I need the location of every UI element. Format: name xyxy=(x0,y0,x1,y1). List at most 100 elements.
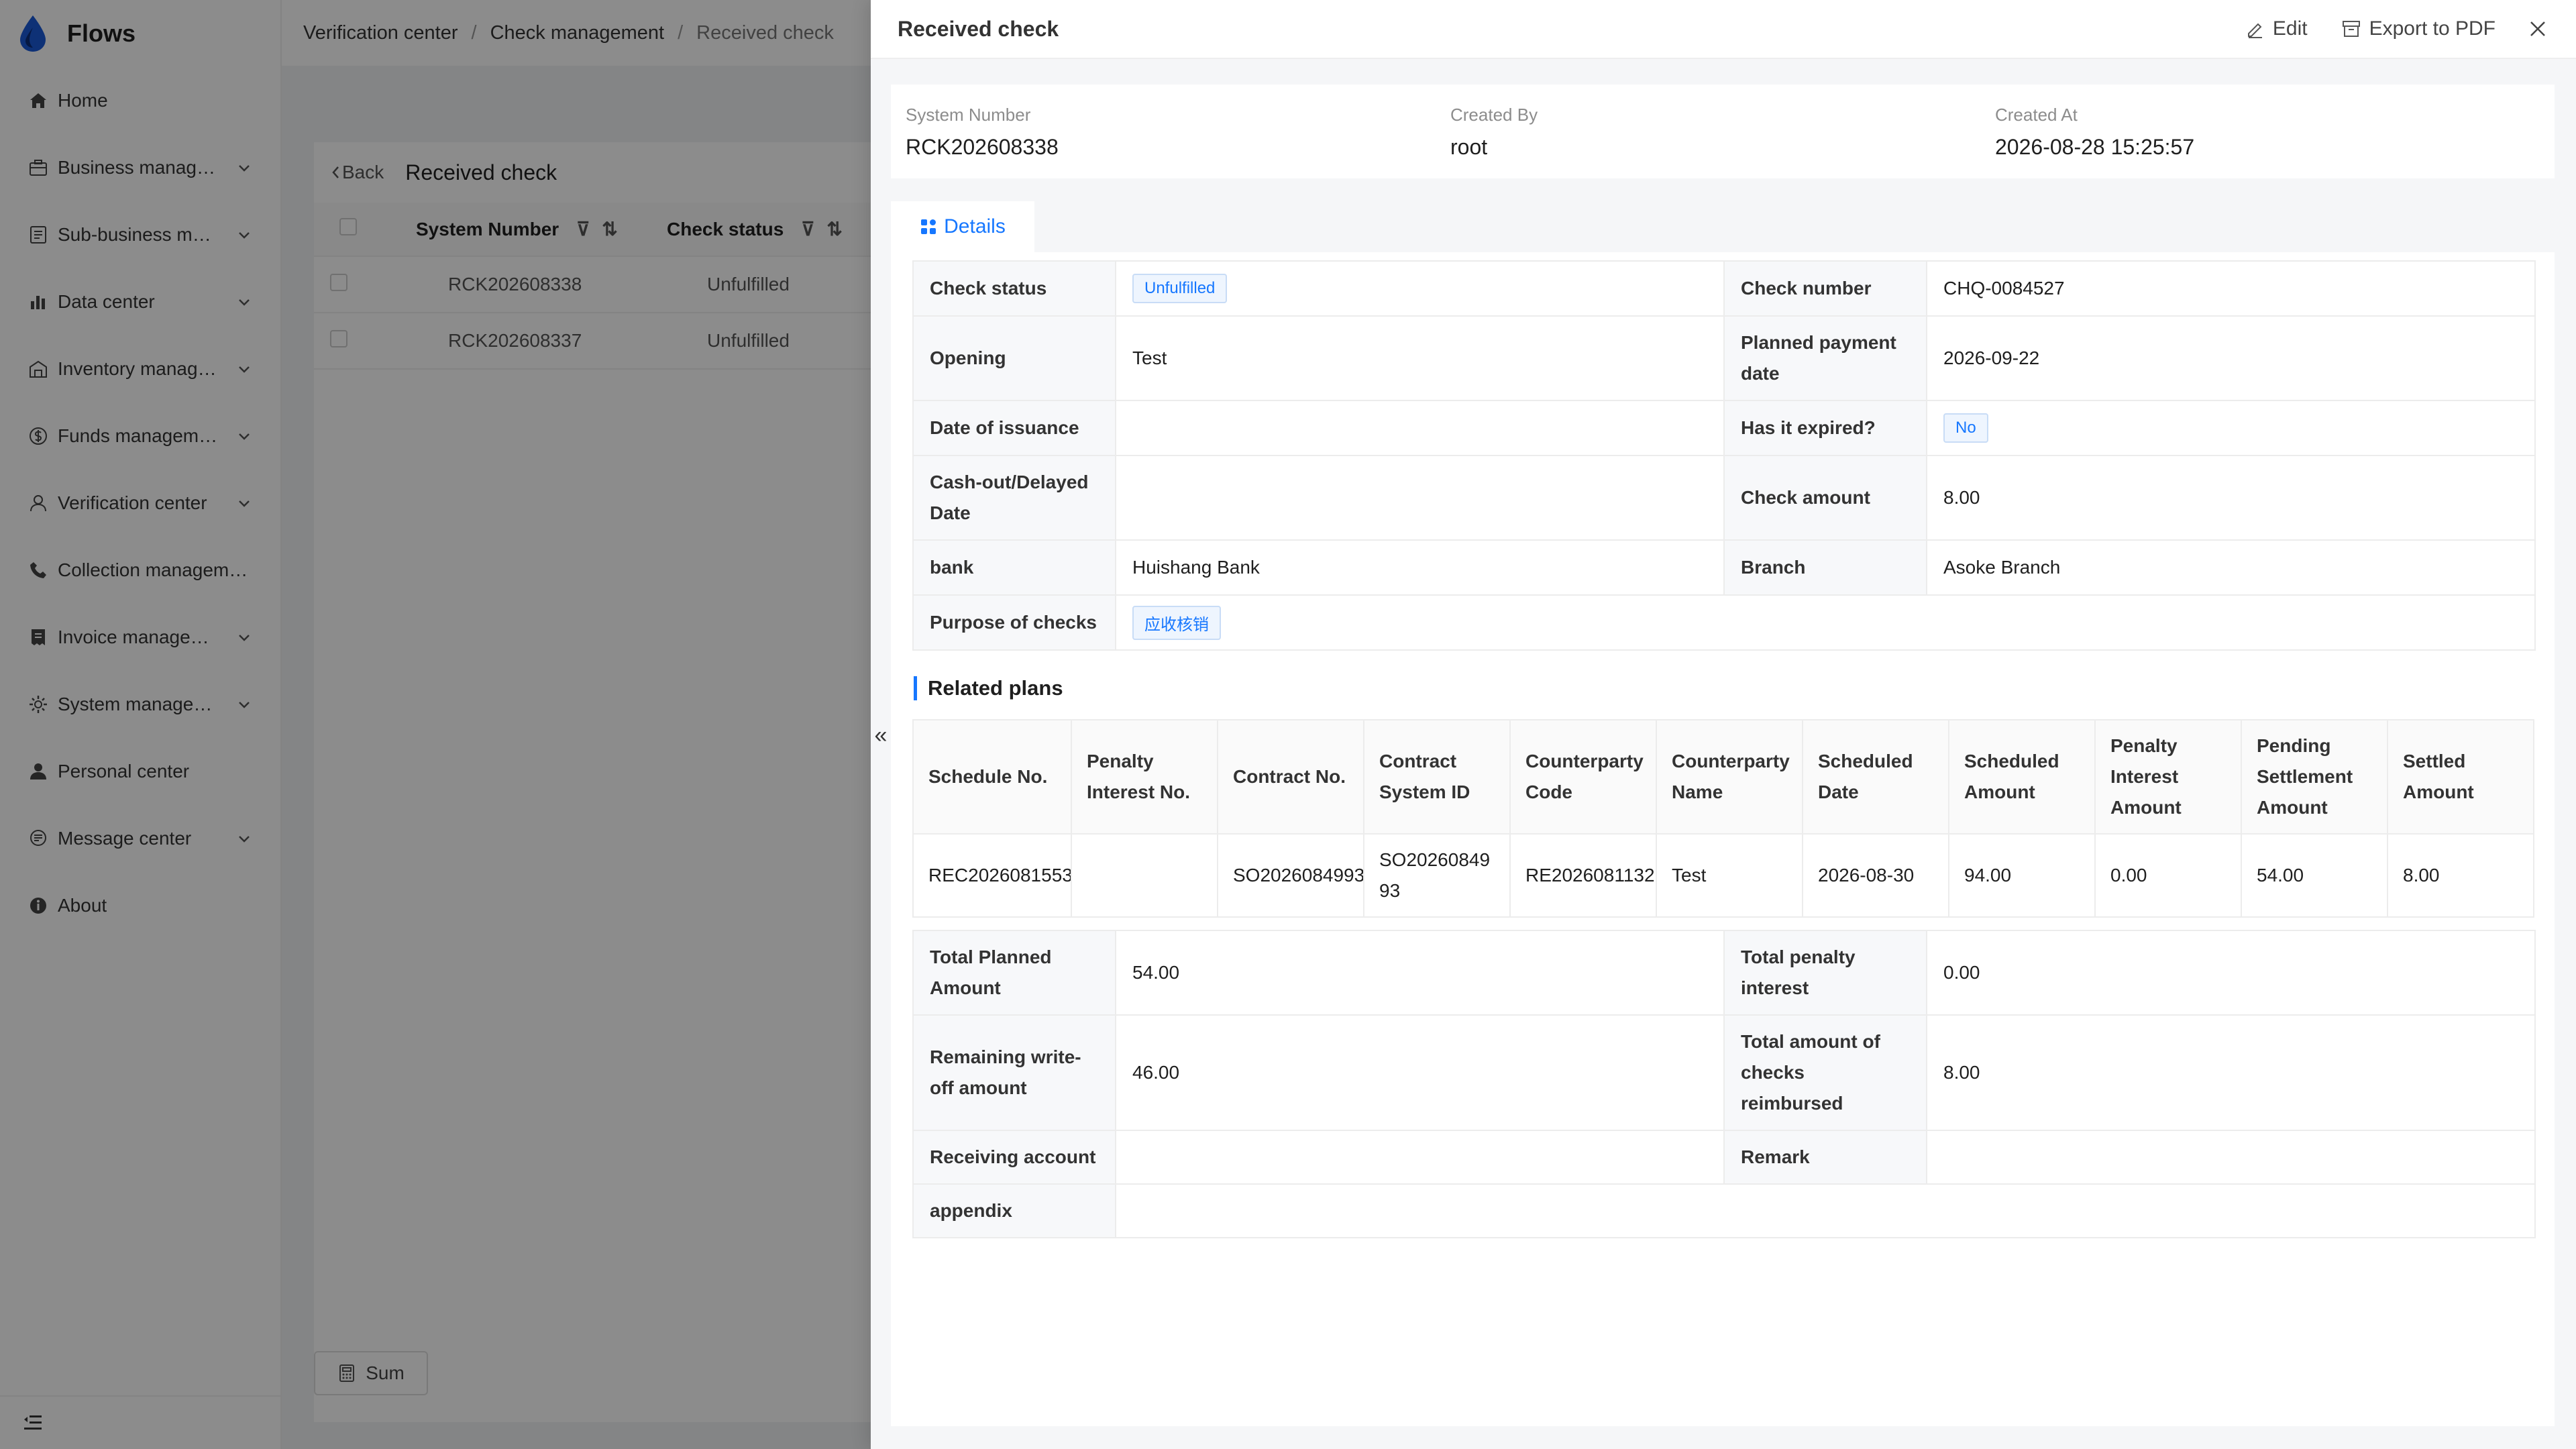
detail-row: Purpose of checks 应收核销 xyxy=(912,594,2536,651)
receiving-account-value xyxy=(1115,1130,1725,1185)
related-plans-table: Schedule No. Penalty Interest No. Contra… xyxy=(912,719,2534,918)
column-header: Penalty Interest Amount xyxy=(2094,719,2242,835)
total-penalty-value: 0.00 xyxy=(1926,930,2536,1016)
total-penalty-label: Total penalty interest xyxy=(1723,930,1927,1016)
check-amount-value: 8.00 xyxy=(1926,455,2536,541)
counterparty-name-cell: Test xyxy=(1656,833,1803,918)
created-at-label: Created At xyxy=(1995,105,2078,125)
column-header: Scheduled Date xyxy=(1802,719,1949,835)
total-checks-label: Total amount of checks reimbursed xyxy=(1723,1014,1927,1131)
cashout-date-value xyxy=(1115,455,1725,541)
check-details-table: Check status Unfulfilled Check number CH… xyxy=(912,260,2536,651)
edit-button[interactable]: Edit xyxy=(2245,17,2308,40)
column-header: Counterparty Code xyxy=(1509,719,1657,835)
created-by-value: root xyxy=(1450,135,1488,159)
remark-label: Remark xyxy=(1723,1130,1927,1185)
summary-system-number: System Number RCK202608338 xyxy=(906,105,1450,178)
pending-settlement-amount-cell: 54.00 xyxy=(2241,833,2388,918)
check-status-cell: Unfulfilled xyxy=(1115,260,1725,317)
column-header: Schedule No. xyxy=(912,719,1072,835)
bank-label: bank xyxy=(912,539,1116,596)
created-by-label: Created By xyxy=(1450,105,1538,125)
column-header: Pending Settlement Amount xyxy=(2241,719,2388,835)
total-planned-value: 54.00 xyxy=(1115,930,1725,1016)
planned-payment-date-value: 2026-09-22 xyxy=(1926,315,2536,401)
archive-icon xyxy=(2342,21,2360,37)
date-of-issuance-label: Date of issuance xyxy=(912,400,1116,456)
appendix-label: appendix xyxy=(912,1183,1116,1238)
opening-value: Test xyxy=(1115,315,1725,401)
plans-header-row: Schedule No. Penalty Interest No. Contra… xyxy=(912,719,2534,835)
table-row: REC2026081553 SO2026084993 SO2026084993 … xyxy=(912,833,2534,918)
totals-row: Total Planned Amount 54.00 Total penalty… xyxy=(912,930,2536,1016)
close-icon[interactable] xyxy=(2526,17,2549,40)
tab-details[interactable]: Details xyxy=(891,201,1034,252)
remaining-value: 46.00 xyxy=(1115,1014,1725,1131)
cashout-date-label: Cash-out/Delayed Date xyxy=(912,455,1116,541)
column-header: Counterparty Name xyxy=(1656,719,1803,835)
edit-label: Edit xyxy=(2272,17,2308,40)
remaining-label: Remaining write-off amount xyxy=(912,1014,1116,1131)
totals-row: Receiving account Remark xyxy=(912,1130,2536,1185)
branch-label: Branch xyxy=(1723,539,1927,596)
detail-row: bank Huishang Bank Branch Asoke Branch xyxy=(912,539,2536,596)
contract-no-link[interactable]: SO2026084993 xyxy=(1217,833,1364,918)
scheduled-date-cell: 2026-08-30 xyxy=(1802,833,1949,918)
column-header: Settled Amount xyxy=(2387,719,2534,835)
appendix-value xyxy=(1115,1183,2536,1238)
totals-table: Total Planned Amount 54.00 Total penalty… xyxy=(912,930,2536,1238)
expired-badge: No xyxy=(1943,413,1988,443)
detail-row: Check status Unfulfilled Check number CH… xyxy=(912,260,2536,317)
detail-row: Opening Test Planned payment date 2026-0… xyxy=(912,315,2536,401)
grid-icon xyxy=(921,219,936,234)
date-of-issuance-value xyxy=(1115,400,1725,456)
column-header: Scheduled Amount xyxy=(1948,719,2096,835)
purpose-label: Purpose of checks xyxy=(912,594,1116,651)
penalty-interest-amount-cell: 0.00 xyxy=(2094,833,2242,918)
has-expired-cell: No xyxy=(1926,400,2536,456)
export-pdf-button[interactable]: Export to PDF xyxy=(2341,17,2496,40)
check-status-label: Check status xyxy=(912,260,1116,317)
detail-row: Date of issuance Has it expired? No xyxy=(912,400,2536,456)
column-header: Contract No. xyxy=(1217,719,1364,835)
column-header: Contract System ID xyxy=(1363,719,1511,835)
purpose-cell: 应收核销 xyxy=(1115,594,2536,651)
penalty-interest-no-cell xyxy=(1071,833,1218,918)
branch-value: Asoke Branch xyxy=(1926,539,2536,596)
purpose-tag: 应收核销 xyxy=(1132,605,1221,640)
system-number-label: System Number xyxy=(906,105,1031,125)
total-planned-label: Total Planned Amount xyxy=(912,930,1116,1016)
schedule-no-link[interactable]: REC2026081553 xyxy=(912,833,1072,918)
settled-amount-cell: 8.00 xyxy=(2387,833,2534,918)
drawer-title: Received check xyxy=(898,16,1059,41)
collapse-drawer-button[interactable]: « xyxy=(871,722,891,749)
scheduled-amount-cell: 94.00 xyxy=(1948,833,2096,918)
check-amount-label: Check amount xyxy=(1723,455,1927,541)
opening-label: Opening xyxy=(912,315,1116,401)
contract-system-id-cell: SO2026084993 xyxy=(1363,833,1511,918)
tab-label: Details xyxy=(944,215,1006,237)
check-number-value: CHQ-0084527 xyxy=(1926,260,2536,317)
summary-created-by: Created By root xyxy=(1450,105,1995,178)
remark-value xyxy=(1926,1130,2536,1185)
detail-drawer: Received check Edit Export to PDF System… xyxy=(871,0,2576,1449)
export-label: Export to PDF xyxy=(2369,17,2496,40)
detail-row: Cash-out/Delayed Date Check amount 8.00 xyxy=(912,455,2536,541)
tab-bar: Details xyxy=(891,201,2555,252)
check-number-label: Check number xyxy=(1723,260,1927,317)
status-badge: Unfulfilled xyxy=(1132,274,1228,303)
system-number-value: RCK202608338 xyxy=(906,135,1059,159)
planned-payment-date-label: Planned payment date xyxy=(1723,315,1927,401)
details-panel: Details Check status Unfulfilled Check n… xyxy=(891,201,2555,1426)
summary-card: System Number RCK202608338 Created By ro… xyxy=(891,85,2555,178)
edit-icon xyxy=(2247,23,2262,38)
counterparty-code-link[interactable]: RE2026081132 xyxy=(1509,833,1657,918)
totals-row: appendix xyxy=(912,1183,2536,1238)
bank-value: Huishang Bank xyxy=(1115,539,1725,596)
has-expired-label: Has it expired? xyxy=(1723,400,1927,456)
total-checks-value: 8.00 xyxy=(1926,1014,2536,1131)
totals-row: Remaining write-off amount 46.00 Total a… xyxy=(912,1014,2536,1131)
related-plans-title: Related plans xyxy=(914,676,1063,700)
column-header: Penalty Interest No. xyxy=(1071,719,1218,835)
summary-created-at: Created At 2026-08-28 15:25:57 xyxy=(1995,105,2540,178)
